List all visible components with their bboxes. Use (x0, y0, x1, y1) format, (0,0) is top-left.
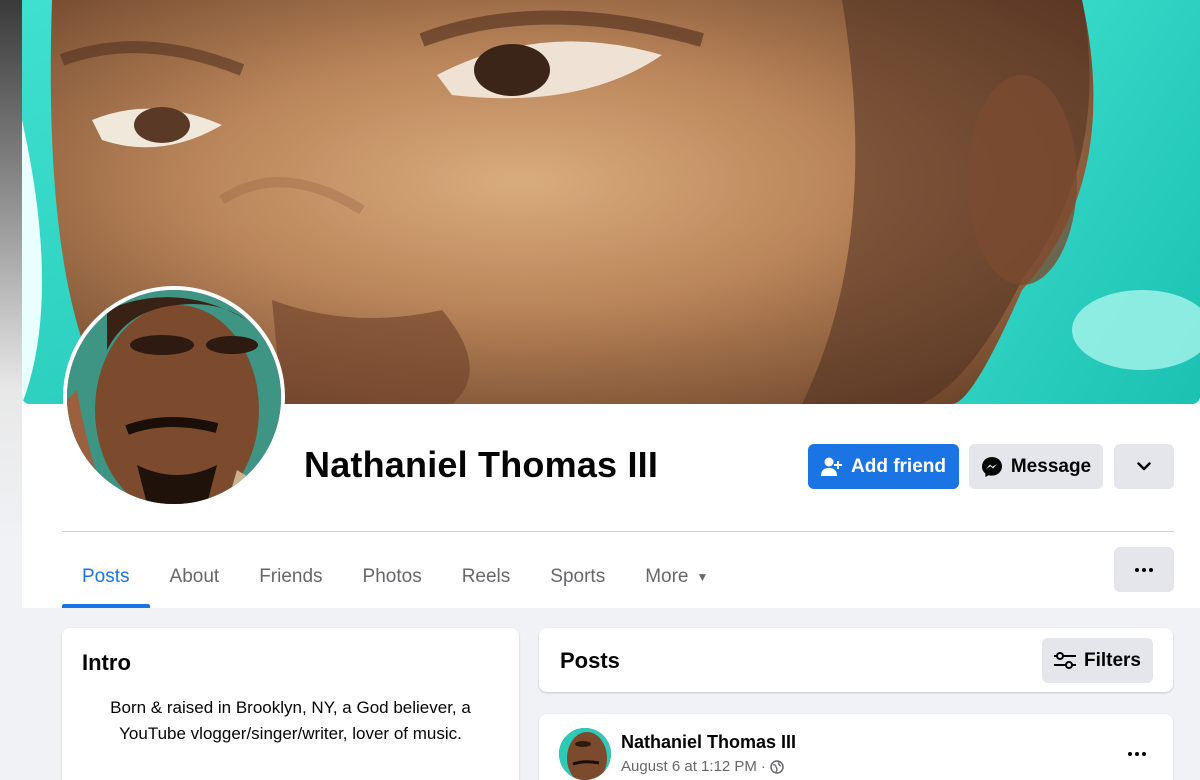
profile-picture[interactable] (63, 286, 285, 508)
post-card: Nathaniel Thomas III August 6 at 1:12 PM… (539, 714, 1173, 780)
tab-reels[interactable]: Reels (442, 545, 531, 608)
intro-title: Intro (82, 650, 131, 675)
post-timestamp[interactable]: August 6 at 1:12 PM (621, 758, 757, 775)
tab-posts[interactable]: Posts (62, 545, 150, 608)
window-edge (0, 0, 22, 780)
intro-card: Intro Born & raised in Brooklyn, NY, a G… (62, 628, 519, 780)
tab-label: About (169, 565, 220, 587)
messenger-icon (981, 456, 1002, 477)
caret-down-icon: ▼ (696, 569, 709, 584)
tab-sports[interactable]: Sports (530, 545, 625, 608)
add-friend-label: Add friend (851, 455, 946, 477)
message-button[interactable]: Message (969, 444, 1103, 489)
filter-sliders-icon (1053, 651, 1076, 669)
filters-label: Filters (1083, 649, 1142, 671)
profile-name: Nathaniel Thomas III (304, 444, 659, 485)
tab-label: Reels (461, 565, 511, 587)
tab-label: Posts (82, 565, 130, 587)
message-label: Message (1010, 455, 1092, 477)
tab-photos[interactable]: Photos (343, 545, 442, 608)
posts-header-card: Posts Filters (539, 628, 1173, 692)
filters-button[interactable]: Filters (1042, 638, 1153, 683)
profile-picture-image (67, 290, 281, 504)
post-author-avatar[interactable] (559, 728, 611, 780)
tab-label: More (645, 565, 689, 587)
profile-options-dropdown[interactable] (1114, 444, 1174, 489)
post-author-avatar-image (559, 728, 611, 780)
posts-title: Posts (560, 648, 620, 673)
tab-label: Photos (362, 565, 422, 587)
add-friend-button[interactable]: Add friend (808, 444, 959, 489)
globe-icon (770, 759, 784, 774)
chevron-down-icon (1137, 462, 1151, 471)
tab-more[interactable]: More ▼ (625, 545, 728, 608)
add-person-icon (821, 457, 842, 476)
profile-tabs: Posts About Friends Photos Reels Sports … (62, 545, 728, 608)
tab-label: Sports (550, 565, 606, 587)
meta-separator: · (760, 758, 766, 775)
more-options-button[interactable] (1114, 547, 1174, 592)
header-divider (62, 531, 1174, 532)
ellipsis-icon (1128, 752, 1146, 756)
ellipsis-icon (1135, 567, 1153, 572)
post-meta: August 6 at 1:12 PM · (621, 758, 784, 775)
post-options-button[interactable] (1119, 736, 1155, 772)
tab-friends[interactable]: Friends (239, 545, 342, 608)
tab-about[interactable]: About (150, 545, 240, 608)
tab-label: Friends (259, 565, 323, 587)
intro-bio: Born & raised in Brooklyn, NY, a God bel… (110, 698, 471, 743)
post-author-name[interactable]: Nathaniel Thomas III (621, 732, 796, 753)
